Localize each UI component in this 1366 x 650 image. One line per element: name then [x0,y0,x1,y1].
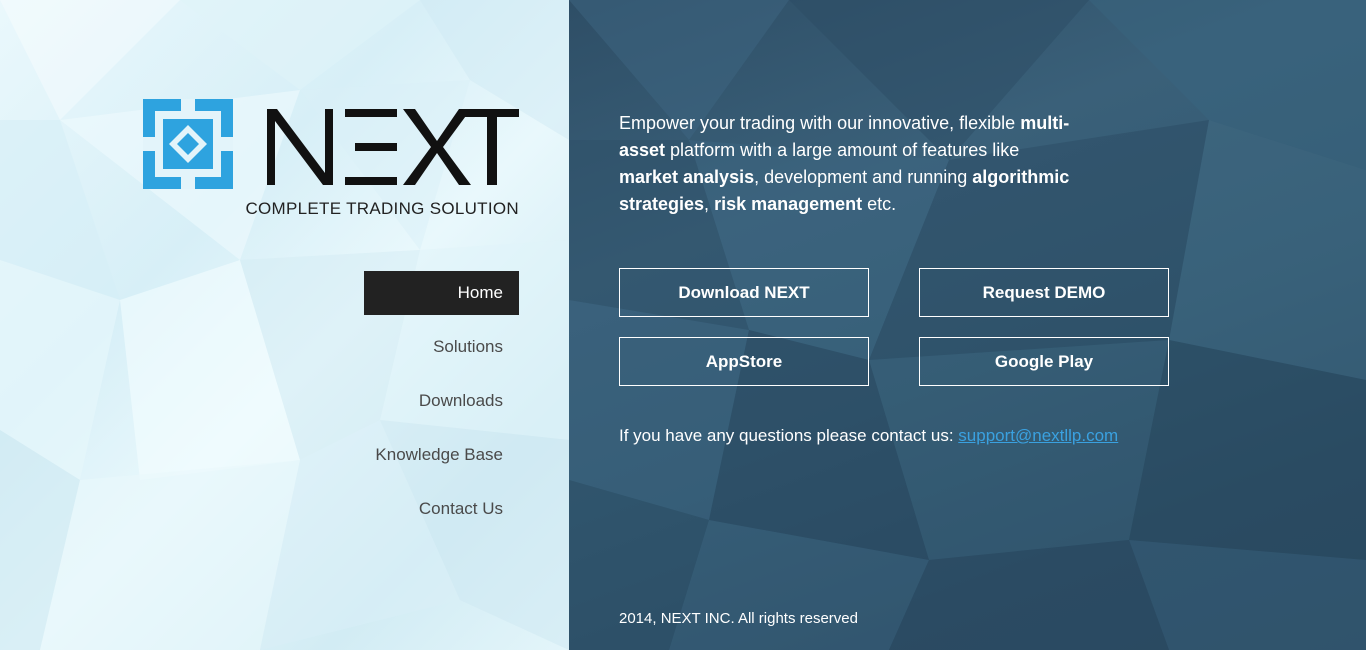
request-demo-button[interactable]: Request DEMO [919,268,1169,317]
contact-text: If you have any questions please contact… [619,426,959,445]
appstore-button[interactable]: AppStore [619,337,869,386]
main-nav: Home Solutions Downloads Knowledge Base … [364,271,519,541]
support-email-link[interactable]: support@nextllp.com [958,426,1118,445]
intro-text: Empower your trading with our innovative… [619,110,1079,218]
download-next-button[interactable]: Download NEXT [619,268,869,317]
intro-segment: , development and running [754,167,973,187]
next-wordmark [267,109,519,185]
nav-item-solutions[interactable]: Solutions [364,325,519,369]
right-panel: Empower your trading with our innovative… [569,0,1366,650]
brand-logo[interactable]: COMPLETE TRADING SOLUTION [143,99,519,219]
intro-segment: etc. [862,194,897,214]
nav-item-contact-us[interactable]: Contact Us [364,487,519,531]
polygon-background [569,0,1366,650]
intro-segment: platform with a large amount of features… [665,140,1020,160]
intro-highlight: market analysis [619,167,755,187]
brand-tagline: COMPLETE TRADING SOLUTION [245,199,519,218]
intro-segment: Empower your trading with our innovative… [619,113,1021,133]
intro-highlight: risk management [714,194,863,214]
google-play-button[interactable]: Google Play [919,337,1169,386]
intro-segment: , [704,194,715,214]
nav-item-home[interactable]: Home [364,271,519,315]
nav-item-knowledge-base[interactable]: Knowledge Base [364,433,519,477]
nav-item-downloads[interactable]: Downloads [364,379,519,423]
diamond-knot-icon [143,99,233,189]
left-panel: COMPLETE TRADING SOLUTION Home Solutions… [0,0,569,650]
landing-page: COMPLETE TRADING SOLUTION Home Solutions… [0,0,1366,650]
copyright-footer: 2014, NEXT INC. All rights reserved [619,610,858,627]
contact-line: If you have any questions please contact… [619,426,1118,446]
